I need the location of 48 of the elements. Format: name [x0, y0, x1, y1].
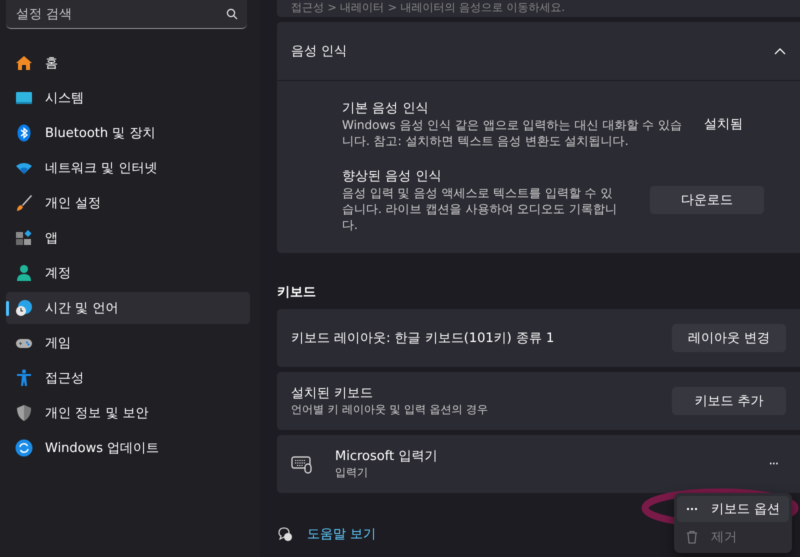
download-button[interactable]: 다운로드	[650, 186, 764, 214]
setting-description: 언어별 키 레이아웃 및 입력 옵션의 경우	[291, 402, 489, 418]
refresh-icon	[15, 439, 33, 457]
sidebar-item[interactable]: 계정	[6, 257, 250, 289]
trash-icon	[685, 530, 699, 544]
sidebar-item[interactable]: 홈	[6, 47, 250, 79]
bluetooth-icon	[15, 124, 33, 142]
status-text: 설치됨	[704, 116, 744, 133]
sidebar-item[interactable]: Windows 업데이트	[6, 432, 250, 464]
monitor-icon	[15, 89, 33, 107]
sidebar-item[interactable]: Bluetooth 및 장치	[6, 117, 250, 149]
search-field[interactable]: 설정 검색	[6, 0, 247, 29]
setting-title: 설치된 키보드	[291, 385, 374, 402]
sidebar-item[interactable]: 게임	[6, 327, 250, 359]
more-button[interactable]: ···	[760, 450, 786, 478]
help-link[interactable]: 도움말 보기	[307, 525, 376, 543]
home-icon	[15, 54, 33, 72]
help-icon	[277, 526, 293, 542]
apps-icon	[15, 229, 33, 247]
chevron-up-icon[interactable]	[774, 47, 786, 55]
setting-title: Microsoft 입력기	[335, 448, 438, 465]
globe-clock-icon	[15, 299, 33, 317]
sidebar-item[interactable]: 개인 설정	[6, 187, 250, 219]
sidebar-item[interactable]: 접근성	[6, 362, 250, 394]
selection-indicator	[6, 301, 9, 316]
sidebar-item[interactable]: 시스템	[6, 82, 250, 114]
setting-title: 키보드 레이아웃: 한글 키보드(101키) 종류 1	[291, 330, 556, 347]
setting-description: 음성 입력 및 음성 액세스로 텍스트를 입력할 수 있습니다. 라이브 캡션을 사용하여 오디오도 기록합니다.	[342, 185, 617, 233]
search-icon	[226, 8, 238, 20]
section-title: 음성 인식	[291, 43, 348, 60]
section-heading: 키보드	[277, 284, 317, 301]
accessibility-icon	[15, 369, 33, 387]
brush-icon	[15, 194, 33, 212]
sidebar-item[interactable]: 네트워크 및 인터넷	[6, 152, 250, 184]
shield-icon	[15, 404, 33, 422]
menu-item[interactable]: 키보드 옵션	[677, 496, 789, 522]
keyboard-icon	[291, 454, 313, 474]
setting-button[interactable]: 키보드 추가	[672, 387, 786, 415]
note-text: 접근성 > 내레이터 > 내레이터의 음성으로 이동하세요.	[277, 0, 800, 17]
setting-button[interactable]: 레이아웃 변경	[672, 324, 786, 352]
setting-title: 기본 음성 인식	[342, 100, 430, 117]
sidebar-item[interactable]: 앱	[6, 222, 250, 254]
sidebar-item[interactable]: 개인 정보 및 보안	[6, 397, 250, 429]
setting-description: Windows 음성 인식 같은 앱으로 입력하는 대신 대화할 수 있습니다. 참고: 설치하면 텍스트 음성 변환도 설치됩니다.	[342, 117, 683, 149]
person-icon	[15, 264, 33, 282]
setting-title: 향상된 음성 인식	[342, 168, 442, 185]
sidebar-item[interactable]: 시간 및 언어	[6, 292, 250, 324]
setting-description: 입력기	[335, 465, 369, 481]
